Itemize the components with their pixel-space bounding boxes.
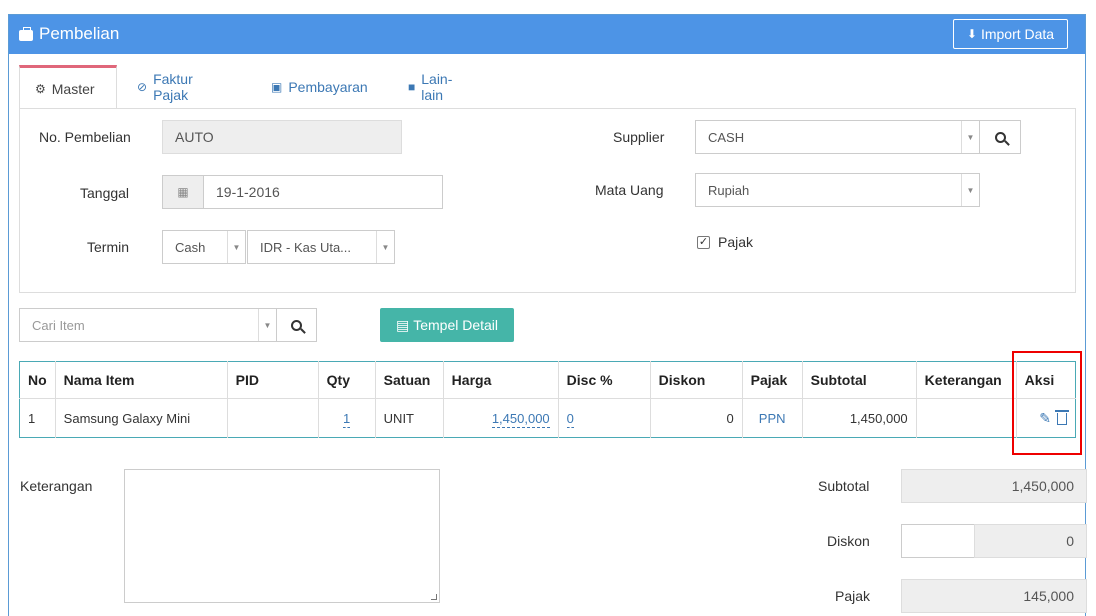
cell-no: 1 bbox=[19, 398, 56, 438]
item-search-button[interactable] bbox=[276, 308, 317, 342]
col-satuan: Satuan bbox=[375, 361, 444, 399]
gears-icon: ⚙ bbox=[35, 81, 46, 96]
tab-pembayaran[interactable]: ▣ Pembayaran bbox=[271, 65, 368, 109]
cell-harga[interactable]: 1,450,000 bbox=[443, 398, 559, 438]
cari-item-placeholder: Cari Item bbox=[32, 317, 85, 333]
resize-handle-icon[interactable] bbox=[431, 594, 437, 600]
supplier-label: Supplier bbox=[613, 129, 665, 145]
cari-item-input[interactable]: Cari Item ▼ bbox=[19, 308, 277, 342]
chevron-down-icon: ▼ bbox=[227, 231, 245, 263]
col-no: No bbox=[19, 361, 56, 399]
import-data-label: Import Data bbox=[980, 26, 1055, 42]
briefcase-icon bbox=[19, 26, 33, 41]
kas-select[interactable]: IDR - Kas Uta... ▼ bbox=[247, 230, 395, 264]
termin-select[interactable]: Cash ▼ bbox=[162, 230, 246, 264]
termin-label: Termin bbox=[87, 239, 130, 255]
download-icon: ⬇ bbox=[966, 27, 977, 41]
tab-lain-lain[interactable]: ■ Lain-lain bbox=[408, 65, 452, 109]
diskon-label: Diskon bbox=[827, 533, 870, 549]
tab-lain-lain-label: Lain-lain bbox=[421, 71, 453, 103]
col-qty: Qty bbox=[318, 361, 376, 399]
tab-faktur-pajak[interactable]: ⊘ Faktur Pajak bbox=[137, 65, 193, 109]
diskon-value: 0 bbox=[1066, 533, 1074, 549]
kas-value: IDR - Kas Uta... bbox=[260, 239, 352, 255]
chevron-down-icon: ▼ bbox=[961, 174, 979, 206]
tanggal-value: 19-1-2016 bbox=[216, 184, 280, 200]
no-pembelian-value: AUTO bbox=[175, 129, 214, 145]
mata-uang-label: Mata Uang bbox=[595, 182, 664, 198]
pajak-total-field: 145,000 bbox=[901, 579, 1087, 613]
import-data-button[interactable]: ⬇ Import Data bbox=[953, 19, 1068, 49]
paste-icon: ▤ bbox=[395, 316, 410, 333]
tempel-detail-label: Tempel Detail bbox=[413, 317, 499, 333]
tempel-detail-button[interactable]: ▤ Tempel Detail bbox=[380, 308, 514, 342]
col-pid: PID bbox=[227, 361, 319, 399]
cell-diskon: 0 bbox=[650, 398, 743, 438]
tanggal-label: Tanggal bbox=[80, 185, 130, 201]
tab-master[interactable]: ⚙ Master bbox=[19, 65, 117, 109]
items-table: No Nama Item PID Qty Satuan Harga Disc %… bbox=[19, 361, 1076, 438]
disc-editable[interactable]: 0 bbox=[566, 410, 574, 428]
col-nama-item: Nama Item bbox=[55, 361, 228, 399]
supplier-search-button[interactable] bbox=[979, 120, 1021, 154]
mata-uang-value: Rupiah bbox=[708, 182, 750, 198]
cell-subtotal: 1,450,000 bbox=[802, 398, 917, 438]
qty-editable[interactable]: 1 bbox=[343, 410, 351, 428]
money-icon: ▣ bbox=[271, 80, 283, 94]
cell-nama-item: Samsung Galaxy Mini bbox=[55, 398, 228, 438]
supplier-value: CASH bbox=[708, 129, 745, 145]
cell-pajak[interactable]: PPN bbox=[742, 398, 803, 438]
diskon-input[interactable] bbox=[901, 524, 975, 558]
panel-title: Pembelian bbox=[19, 24, 119, 44]
subtotal-field: 1,450,000 bbox=[901, 469, 1087, 503]
pajak-checkbox[interactable]: ✓ bbox=[697, 236, 710, 249]
truck-icon: ■ bbox=[408, 80, 416, 94]
chevron-down-icon: ▼ bbox=[961, 121, 979, 153]
keterangan-label: Keterangan bbox=[20, 478, 93, 494]
table-row: 1 Samsung Galaxy Mini 1 UNIT 1,450,000 0… bbox=[19, 398, 1076, 438]
tab-faktur-pajak-label: Faktur Pajak bbox=[153, 71, 193, 103]
mata-uang-select[interactable]: Rupiah ▼ bbox=[695, 173, 980, 207]
pajak-total-label: Pajak bbox=[835, 588, 871, 604]
cell-disc[interactable]: 0 bbox=[558, 398, 651, 438]
cell-satuan: UNIT bbox=[375, 398, 444, 438]
no-pembelian-label: No. Pembelian bbox=[39, 129, 131, 145]
cell-keterangan bbox=[916, 398, 1017, 438]
search-icon bbox=[291, 319, 302, 331]
keterangan-textarea[interactable] bbox=[124, 469, 440, 603]
col-disc: Disc % bbox=[558, 361, 651, 399]
pajak-checkbox-label: Pajak bbox=[718, 234, 754, 250]
panel-title-text: Pembelian bbox=[39, 24, 120, 43]
search-icon bbox=[994, 131, 1006, 143]
subtotal-label: Subtotal bbox=[818, 478, 870, 494]
calendar-icon[interactable]: ▦ bbox=[162, 175, 204, 209]
col-diskon: Diskon bbox=[650, 361, 743, 399]
col-keterangan: Keterangan bbox=[916, 361, 1017, 399]
no-pembelian-field: AUTO bbox=[162, 120, 402, 154]
col-harga: Harga bbox=[443, 361, 559, 399]
col-pajak: Pajak bbox=[742, 361, 803, 399]
cell-qty[interactable]: 1 bbox=[318, 398, 376, 438]
aksi-highlight-box bbox=[1012, 351, 1082, 455]
chevron-down-icon: ▼ bbox=[258, 309, 276, 341]
tab-pembayaran-label: Pembayaran bbox=[288, 79, 368, 95]
harga-editable[interactable]: 1,450,000 bbox=[491, 410, 550, 428]
subtotal-value: 1,450,000 bbox=[1011, 478, 1074, 494]
pembelian-panel: Pembelian ⬇ Import Data ⚙ Master ⊘ Faktu… bbox=[8, 14, 1087, 616]
panel-header: Pembelian ⬇ Import Data bbox=[9, 15, 1085, 54]
table-header-row: No Nama Item PID Qty Satuan Harga Disc %… bbox=[19, 361, 1076, 399]
tab-master-label: Master bbox=[51, 80, 95, 97]
cell-pid bbox=[227, 398, 319, 438]
termin-value: Cash bbox=[175, 239, 206, 255]
diskon-field: 0 bbox=[974, 524, 1087, 558]
tanggal-input[interactable]: 19-1-2016 bbox=[203, 175, 443, 209]
supplier-select[interactable]: CASH ▼ bbox=[695, 120, 980, 154]
col-subtotal: Subtotal bbox=[802, 361, 917, 399]
chevron-down-icon: ▼ bbox=[376, 231, 394, 263]
check-circle-icon: ⊘ bbox=[137, 80, 148, 94]
pajak-total-value: 145,000 bbox=[1023, 588, 1074, 604]
